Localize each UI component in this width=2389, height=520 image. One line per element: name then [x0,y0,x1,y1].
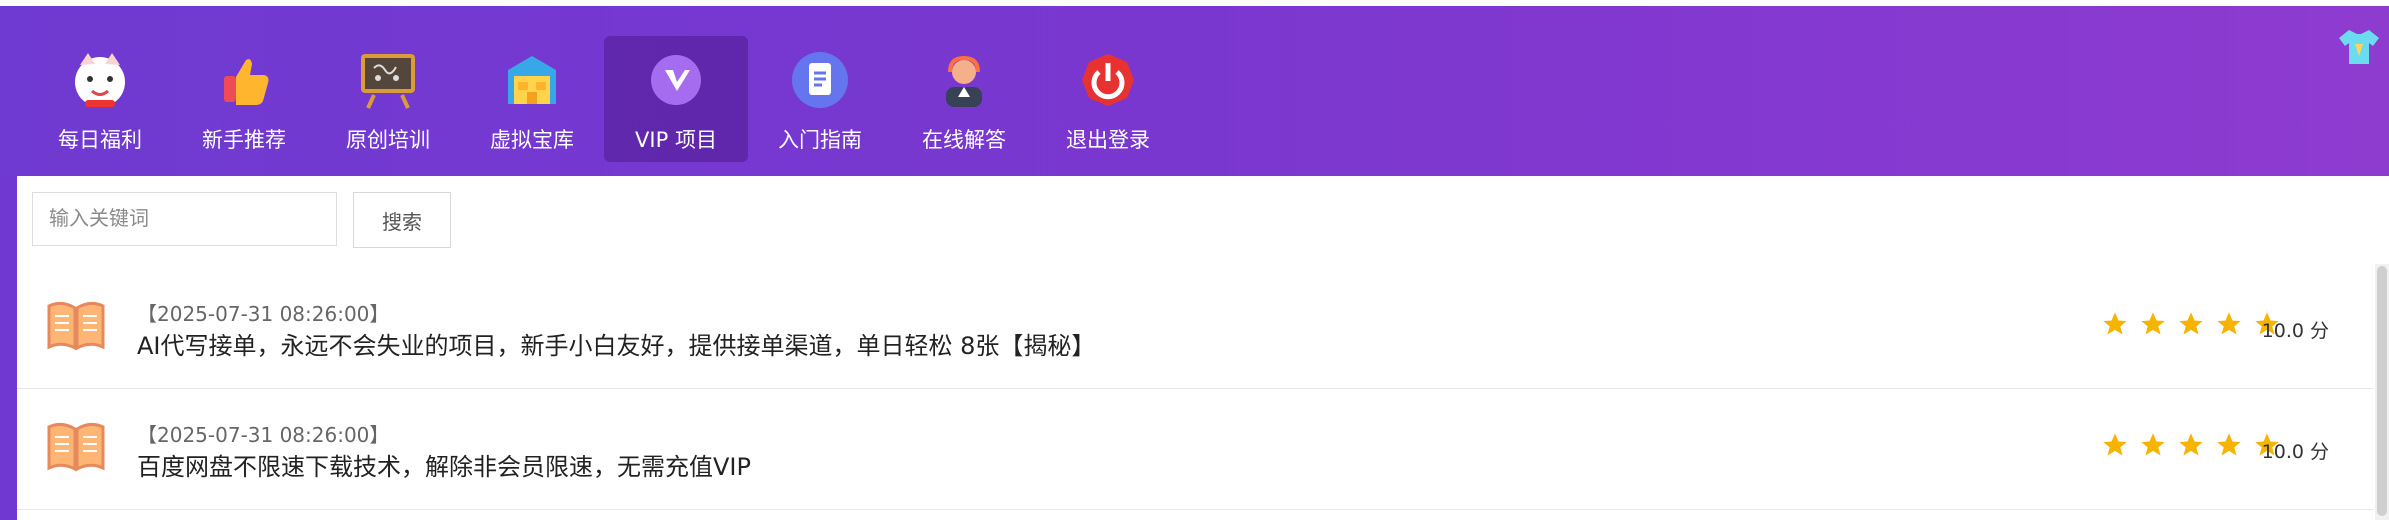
nav-beginner-guide[interactable]: 入门指南 [748,36,892,162]
star-icon [2103,312,2127,335]
search-bar: 搜索 [32,192,451,248]
project-list: 【2025-07-31 08:26:00】 AI代写接单，永远不会失业的项目，新… [17,268,2373,510]
document-icon [792,52,848,108]
nav-label: 入门指南 [778,128,862,152]
star-icon [2217,312,2241,335]
star-icon [2179,433,2203,456]
nav-label: 原创培训 [346,128,430,152]
shirt-icon[interactable] [2337,26,2381,66]
nav-online-help[interactable]: 在线解答 [892,36,1036,162]
scrollbar-thumb[interactable] [2377,266,2387,516]
top-navigation-bar: 每日福利 新手推荐 原创培训 虚拟宝库 VIP 项目 入门指南 在线解答 退出登… [0,0,2389,176]
list-item[interactable]: 【2025-07-31 08:26:00】 AI代写接单，永远不会失业的项目，新… [17,268,2373,389]
nav-label: 在线解答 [922,128,1006,152]
left-background-strip [0,176,17,520]
rating-score: 10.0 分 [2261,441,2329,463]
star-icon [2141,433,2165,456]
nav-vip-projects[interactable]: VIP 项目 [604,36,748,162]
rating-stars [2101,431,2281,459]
book-icon [47,422,105,472]
nav-original-training[interactable]: 原创培训 [316,36,460,162]
star-icon [2217,433,2241,456]
nav-daily-benefits[interactable]: 每日福利 [28,36,172,162]
nav-logout[interactable]: 退出登录 [1036,36,1180,162]
item-date: 【2025-07-31 08:26:00】 [137,302,390,326]
nav-virtual-treasury[interactable]: 虚拟宝库 [460,36,604,162]
rating-stars [2101,310,2281,338]
nav-label: 退出登录 [1066,128,1150,152]
book-icon [47,301,105,351]
nav-label: 新手推荐 [202,128,286,152]
nav-beginner-recommend[interactable]: 新手推荐 [172,36,316,162]
list-item[interactable]: 【2025-07-31 08:26:00】 百度网盘不限速下载技术，解除非会员限… [17,389,2373,510]
vip-icon [651,55,701,105]
search-button[interactable]: 搜索 [353,192,451,248]
item-title[interactable]: AI代写接单，永远不会失业的项目，新手小白友好，提供接单渠道，单日轻松 8张【揭… [137,326,1095,361]
main-navigation: 每日福利 新手推荐 原创培训 虚拟宝库 VIP 项目 入门指南 在线解答 退出登… [28,36,1180,162]
logout-icon [1082,54,1134,106]
thumbs-up-icon [224,59,269,105]
warehouse-icon [508,56,556,104]
item-date: 【2025-07-31 08:26:00】 [137,423,390,447]
lucky-cat-icon [75,53,125,107]
nav-label: 虚拟宝库 [490,128,574,152]
search-input[interactable] [32,192,337,246]
star-icon [2141,312,2165,335]
customer-support-icon [946,55,982,107]
vertical-scrollbar[interactable] [2375,264,2389,520]
nav-label: 每日福利 [58,128,142,152]
star-icon [2103,433,2127,456]
item-title[interactable]: 百度网盘不限速下载技术，解除非会员限速，无需充值VIP [137,447,751,482]
nav-label: VIP 项目 [635,128,717,152]
blackboard-icon [361,54,415,109]
star-icon [2179,312,2203,335]
rating-score: 10.0 分 [2261,320,2329,342]
